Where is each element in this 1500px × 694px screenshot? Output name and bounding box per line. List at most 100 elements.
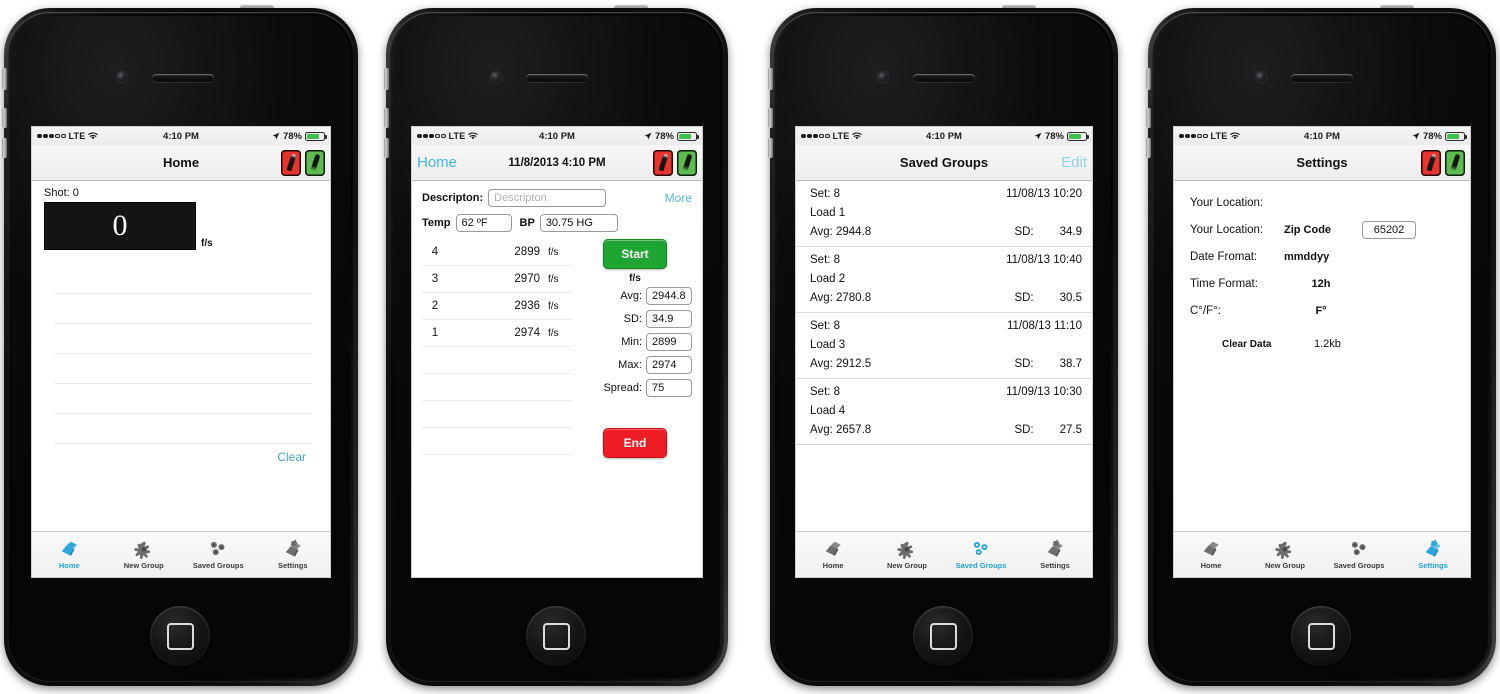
edit-button[interactable]: Edit bbox=[1061, 154, 1087, 171]
green-chrono-icon[interactable] bbox=[305, 149, 325, 176]
signal-dots-icon bbox=[1179, 133, 1208, 139]
settings-icon bbox=[1047, 539, 1063, 557]
tab-new-group[interactable]: New Group bbox=[1248, 532, 1322, 577]
bp-input[interactable]: 30.75 HG bbox=[539, 214, 618, 232]
tab-saved-groups[interactable]: Saved Groups bbox=[1322, 532, 1396, 577]
red-chrono-icon[interactable] bbox=[653, 149, 673, 176]
tab-home[interactable]: Home bbox=[796, 532, 870, 577]
setting-row-temp-unit[interactable]: C°/F°: F° bbox=[1174, 297, 1470, 324]
table-row[interactable]: 2 2936 f/s bbox=[422, 293, 572, 320]
stat-min: Min: 2899 bbox=[578, 333, 692, 351]
shot-index: 4 bbox=[431, 246, 439, 258]
status-bar: LTE 4:10 PM 78% bbox=[796, 127, 1092, 145]
location-arrow-icon bbox=[1034, 132, 1042, 140]
green-chrono-icon[interactable] bbox=[1445, 149, 1465, 176]
velocity-unit: f/s bbox=[201, 238, 213, 249]
table-row[interactable] bbox=[422, 401, 572, 428]
nav-icon-group bbox=[1421, 149, 1465, 176]
volume-up-button[interactable] bbox=[768, 108, 773, 128]
signal-dots-icon bbox=[37, 133, 66, 139]
list-item[interactable] bbox=[54, 264, 312, 294]
home-button[interactable] bbox=[913, 606, 973, 666]
table-row[interactable] bbox=[422, 374, 572, 401]
settings-icon bbox=[1425, 539, 1441, 557]
stat-value[interactable]: 75 bbox=[646, 379, 692, 397]
stats-unit-caption: f/s bbox=[629, 273, 641, 284]
volume-up-button[interactable] bbox=[2, 108, 7, 128]
tab-settings[interactable]: Settings bbox=[1018, 532, 1092, 577]
volume-down-button[interactable] bbox=[1146, 138, 1151, 158]
setting-row-date-format[interactable]: Date Fromat: mmddyy bbox=[1174, 243, 1470, 270]
status-left: LTE bbox=[1179, 131, 1241, 141]
list-item[interactable] bbox=[54, 324, 312, 354]
list-item[interactable] bbox=[54, 294, 312, 324]
silent-switch[interactable] bbox=[768, 68, 773, 90]
stat-label: Min: bbox=[621, 336, 642, 348]
silent-switch[interactable] bbox=[1146, 68, 1151, 90]
group-set: Set: 8 bbox=[810, 319, 841, 332]
volume-down-button[interactable] bbox=[384, 138, 389, 158]
earpiece-speaker bbox=[913, 74, 975, 82]
description-row: Descripton: Descripton More bbox=[422, 189, 692, 207]
stat-value[interactable]: 2944.8 bbox=[646, 287, 692, 305]
list-item[interactable]: Set: 8 11/09/13 10:30 Load 4 Avg: 2657.8… bbox=[796, 379, 1092, 445]
table-row[interactable]: 3 2970 f/s bbox=[422, 266, 572, 293]
more-link[interactable]: More bbox=[665, 191, 692, 205]
group-timestamp: 11/08/13 10:40 bbox=[1006, 253, 1082, 266]
silent-switch[interactable] bbox=[384, 68, 389, 90]
end-button[interactable]: End bbox=[603, 428, 667, 458]
group-load-label: Load 3 bbox=[810, 338, 846, 351]
tab-label: New Group bbox=[1264, 561, 1305, 570]
start-button[interactable]: Start bbox=[603, 239, 667, 269]
tab-settings[interactable]: Settings bbox=[1396, 532, 1470, 577]
volume-down-button[interactable] bbox=[768, 138, 773, 158]
setting-row-time-format[interactable]: Time Format: 12h bbox=[1174, 270, 1470, 297]
setting-value: F° bbox=[1315, 304, 1327, 317]
list-item[interactable]: Set: 8 11/08/13 10:20 Load 1 Avg: 2944.8… bbox=[796, 181, 1092, 247]
table-row[interactable] bbox=[422, 347, 572, 374]
list-item[interactable]: Set: 8 11/08/13 11:10 Load 3 Avg: 2912.5… bbox=[796, 313, 1092, 379]
tab-saved-groups[interactable]: Saved Groups bbox=[181, 532, 256, 577]
list-item[interactable] bbox=[54, 414, 312, 444]
temp-input[interactable]: 62 ºF bbox=[455, 214, 512, 232]
red-chrono-icon[interactable] bbox=[281, 149, 301, 176]
table-row[interactable]: 4 2899 f/s bbox=[422, 239, 572, 266]
stat-value[interactable]: 2899 bbox=[646, 333, 692, 351]
clear-data-button[interactable]: Clear Data bbox=[1222, 339, 1314, 350]
stat-value[interactable]: 2974 bbox=[646, 356, 692, 374]
shot-unit: f/s bbox=[548, 273, 559, 285]
tab-home[interactable]: Home bbox=[32, 532, 107, 577]
green-chrono-icon[interactable] bbox=[677, 149, 697, 176]
red-chrono-icon[interactable] bbox=[1421, 149, 1441, 176]
silent-switch[interactable] bbox=[2, 68, 7, 90]
zip-code-input[interactable]: 65202 bbox=[1362, 220, 1416, 239]
table-row[interactable] bbox=[422, 428, 572, 455]
volume-down-button[interactable] bbox=[2, 138, 7, 158]
back-button[interactable]: Home bbox=[417, 154, 457, 171]
settings-form: Your Location: Your Location: Zip Code 6… bbox=[1174, 181, 1470, 350]
home-button[interactable] bbox=[150, 606, 210, 666]
volume-up-button[interactable] bbox=[1146, 108, 1151, 128]
description-input[interactable]: Descripton bbox=[488, 189, 607, 207]
clear-link[interactable]: Clear bbox=[32, 444, 330, 464]
list-item[interactable] bbox=[54, 354, 312, 384]
volume-up-button[interactable] bbox=[384, 108, 389, 128]
tab-home[interactable]: Home bbox=[1174, 532, 1248, 577]
home-icon bbox=[825, 541, 841, 556]
group-set: Set: 8 bbox=[810, 253, 841, 266]
list-item[interactable] bbox=[54, 384, 312, 414]
tab-settings[interactable]: Settings bbox=[256, 532, 331, 577]
group-avg: Avg: 2944.8 bbox=[810, 225, 872, 238]
tab-new-group[interactable]: New Group bbox=[107, 532, 182, 577]
tab-saved-groups[interactable]: Saved Groups bbox=[944, 532, 1018, 577]
setting-row-location-header[interactable]: Your Location: bbox=[1174, 189, 1470, 216]
wifi-icon bbox=[88, 132, 99, 140]
table-row[interactable]: 1 2974 f/s bbox=[422, 320, 572, 347]
stat-value[interactable]: 34.9 bbox=[646, 310, 692, 328]
new-group-icon bbox=[134, 541, 150, 559]
setting-row-zip[interactable]: Your Location: Zip Code 65202 bbox=[1174, 216, 1470, 243]
tab-new-group[interactable]: New Group bbox=[870, 532, 944, 577]
home-button[interactable] bbox=[1291, 606, 1351, 666]
home-button[interactable] bbox=[526, 606, 586, 666]
list-item[interactable]: Set: 8 11/08/13 10:40 Load 2 Avg: 2780.8… bbox=[796, 247, 1092, 313]
